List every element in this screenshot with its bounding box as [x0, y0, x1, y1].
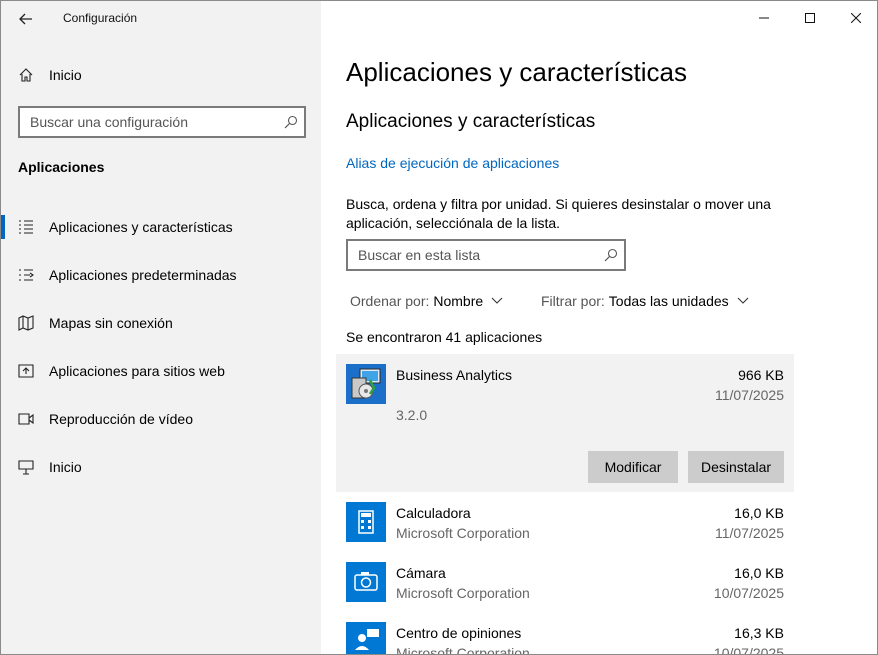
app-size: 16,0 KB: [734, 565, 784, 581]
window-title: Configuración: [63, 11, 138, 25]
app-date: 11/07/2025: [714, 525, 784, 541]
nav-home[interactable]: Inicio: [1, 61, 321, 91]
app-name: Calculadora: [396, 505, 471, 521]
sidebar-item-video-playback[interactable]: Reproducción de vídeo: [1, 399, 321, 439]
app-list-item[interactable]: Centro de opiniones Microsoft Corporatio…: [336, 619, 794, 655]
list-icon: [19, 220, 33, 234]
close-icon: [851, 13, 861, 23]
app-publisher: Microsoft Corporation: [396, 585, 530, 601]
page-title: Aplicaciones y características: [346, 57, 688, 87]
minimize-icon: [759, 17, 769, 19]
active-indicator: [1, 215, 5, 239]
search-icon: [604, 248, 618, 262]
app-version: 3.2.0: [396, 407, 428, 423]
app-list-item-selected[interactable]: Business Analytics 3.2.0 966 KB 11/07/20…: [336, 354, 794, 492]
app-list-item[interactable]: Calculadora Microsoft Corporation 16,0 K…: [336, 499, 794, 557]
search-icon: [284, 115, 298, 129]
sidebar-item-label: Aplicaciones para sitios web: [49, 363, 225, 379]
settings-search[interactable]: [18, 106, 306, 138]
filter-value: Todas las unidades: [608, 293, 729, 309]
sort-dropdown[interactable]: Ordenar por: Nombre: [350, 293, 503, 309]
minimize-button[interactable]: [741, 1, 787, 35]
app-publisher: Microsoft Corporation: [396, 645, 530, 655]
sidebar-item-startup[interactable]: Inicio: [1, 447, 321, 487]
feedback-icon: [346, 622, 386, 654]
app-alias-link[interactable]: Alias de ejecución de aplicaciones: [346, 155, 559, 171]
camera-icon: [346, 562, 386, 602]
video-icon: [18, 413, 34, 425]
app-date: 11/07/2025: [714, 387, 784, 403]
maximize-icon: [805, 13, 815, 23]
app-count: Se encontraron 41 aplicaciones: [346, 329, 543, 345]
app-list-search[interactable]: [346, 239, 626, 271]
sort-value: Nombre: [433, 293, 484, 309]
app-name: Business Analytics: [396, 367, 512, 383]
sidebar-item-web-apps[interactable]: Aplicaciones para sitios web: [1, 351, 321, 391]
sidebar-item-label: Aplicaciones predeterminadas: [49, 267, 237, 283]
modify-button[interactable]: Modificar: [588, 451, 678, 483]
main-content: Aplicaciones y características Aplicacio…: [321, 1, 877, 655]
chevron-down-icon: [491, 297, 503, 304]
default-apps-icon: [19, 269, 34, 281]
home-icon: [19, 68, 33, 82]
sidebar-item-label: Aplicaciones y características: [49, 219, 233, 235]
maximize-button[interactable]: [787, 1, 833, 35]
back-arrow-icon: [19, 13, 32, 25]
app-name: Cámara: [396, 565, 446, 581]
app-date: 10/07/2025: [713, 645, 784, 655]
web-apps-icon: [18, 364, 34, 378]
installer-icon: [346, 364, 386, 404]
sidebar-item-apps-features[interactable]: Aplicaciones y características: [1, 207, 321, 247]
startup-icon: [18, 460, 34, 475]
sidebar-item-label: Mapas sin conexión: [49, 315, 173, 331]
app-name: Centro de opiniones: [396, 625, 522, 641]
filter-label: Filtrar por:: [541, 293, 605, 309]
app-size: 966 KB: [738, 367, 784, 383]
uninstall-button[interactable]: Desinstalar: [688, 451, 784, 483]
description-text: Busca, ordena y filtra por unidad. Si qu…: [346, 196, 771, 231]
back-button[interactable]: [11, 5, 41, 33]
app-size: 16,0 KB: [734, 505, 784, 521]
app-date: 10/07/2025: [713, 585, 784, 601]
nav-home-label: Inicio: [49, 67, 82, 83]
chevron-down-icon: [737, 297, 749, 304]
sort-label: Ordenar por:: [350, 293, 430, 309]
sidebar-section-title: Aplicaciones: [18, 159, 105, 175]
close-button[interactable]: [833, 1, 877, 35]
sidebar: Configuración Inicio Aplicaciones Aplica…: [1, 1, 321, 654]
calculator-icon: [346, 502, 386, 542]
sidebar-item-default-apps[interactable]: Aplicaciones predeterminadas: [1, 255, 321, 295]
app-publisher: Microsoft Corporation: [396, 525, 530, 541]
settings-search-input[interactable]: [20, 108, 270, 136]
app-list-item[interactable]: Cámara Microsoft Corporation 16,0 KB 10/…: [336, 559, 794, 617]
sidebar-item-offline-maps[interactable]: Mapas sin conexión: [1, 303, 321, 343]
settings-window: Configuración Inicio Aplicaciones Aplica…: [0, 0, 878, 655]
app-list-search-input[interactable]: [348, 241, 593, 269]
app-size: 16,3 KB: [734, 625, 784, 641]
section-title: Aplicaciones y características: [346, 111, 596, 132]
sidebar-item-label: Inicio: [49, 459, 82, 475]
sidebar-item-label: Reproducción de vídeo: [49, 411, 193, 427]
map-icon: [18, 315, 34, 331]
filter-dropdown[interactable]: Filtrar por: Todas las unidades: [541, 293, 749, 309]
